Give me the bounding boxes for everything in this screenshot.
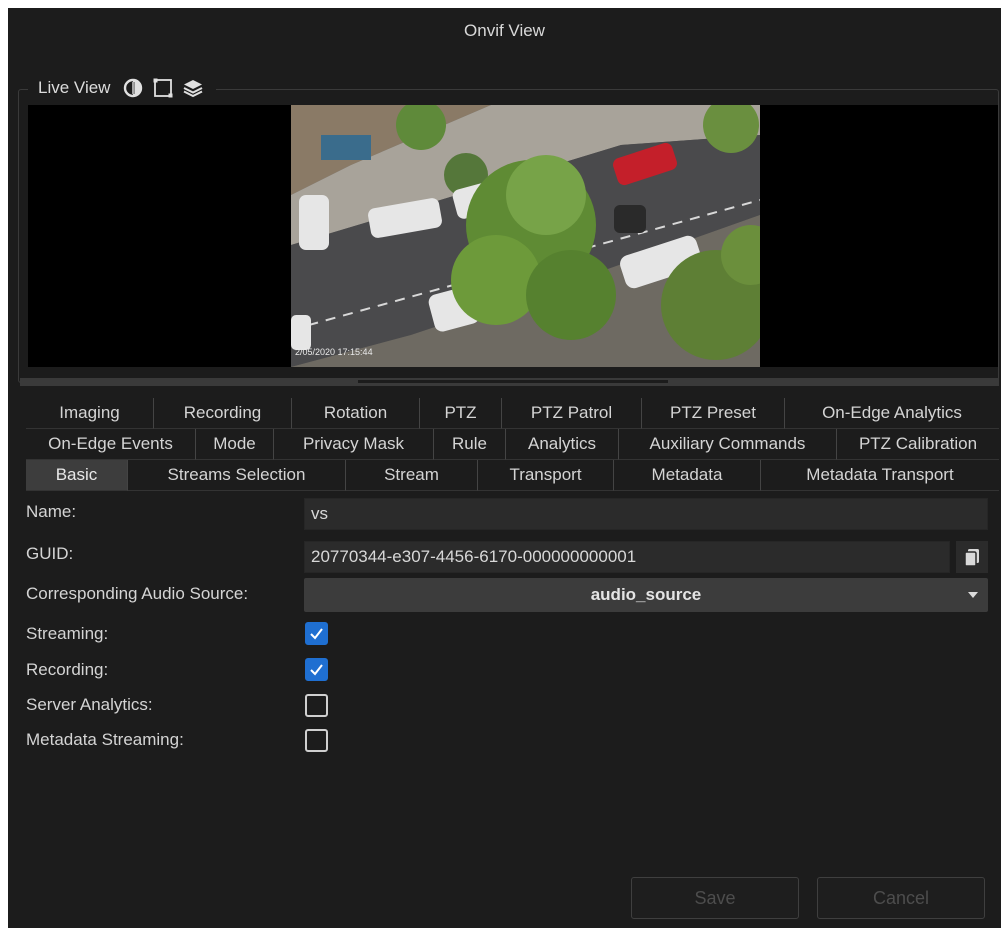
metadata-streaming-checkbox[interactable] xyxy=(305,729,328,752)
guid-label: GUID: xyxy=(26,544,74,563)
tab-transport[interactable]: Transport xyxy=(478,460,614,491)
copy-icon xyxy=(961,546,983,568)
name-field[interactable] xyxy=(304,498,988,530)
check-icon xyxy=(310,664,323,676)
name-label: Name: xyxy=(26,502,77,521)
tab-stream[interactable]: Stream xyxy=(346,460,478,491)
live-view-label: Live View xyxy=(38,78,111,97)
tab-privacy-mask[interactable]: Privacy Mask xyxy=(274,429,434,460)
tab-ptz-patrol[interactable]: PTZ Patrol xyxy=(502,398,642,429)
audio-source-select[interactable]: audio_source xyxy=(304,578,988,612)
tab-streams-selection[interactable]: Streams Selection xyxy=(128,460,346,491)
tab-on-edge-analytics[interactable]: On-Edge Analytics xyxy=(785,398,999,429)
guid-field[interactable] xyxy=(304,541,950,573)
tab-imaging[interactable]: Imaging xyxy=(26,398,154,429)
audio-source-label: Corresponding Audio Source: xyxy=(26,584,249,603)
layers-icon[interactable] xyxy=(182,77,204,99)
streaming-checkbox[interactable] xyxy=(305,622,328,645)
streaming-label: Streaming: xyxy=(26,624,109,643)
tab-auxiliary-commands[interactable]: Auxiliary Commands xyxy=(619,429,837,460)
tab-rotation[interactable]: Rotation xyxy=(292,398,420,429)
metadata-streaming-label: Metadata Streaming: xyxy=(26,730,184,749)
tab-metadata[interactable]: Metadata xyxy=(614,460,761,491)
tab-row-1: Imaging Recording Rotation PTZ PTZ Patro… xyxy=(26,398,999,429)
recording-checkbox[interactable] xyxy=(305,658,328,681)
audio-source-value: audio_source xyxy=(590,585,702,604)
video-timestamp: 2/05/2020 17:15:44 xyxy=(295,347,373,357)
window-title: Onvif View xyxy=(464,21,545,40)
camera-feed-image: 2/05/2020 17:15:44 xyxy=(291,105,760,367)
cancel-button[interactable]: Cancel xyxy=(817,877,985,919)
tab-on-edge-events[interactable]: On-Edge Events xyxy=(26,429,196,460)
tab-ptz-preset[interactable]: PTZ Preset xyxy=(642,398,785,429)
tab-metadata-transport[interactable]: Metadata Transport xyxy=(761,460,999,491)
splitter[interactable] xyxy=(20,378,999,386)
frame-icon[interactable] xyxy=(152,77,174,99)
tab-ptz[interactable]: PTZ xyxy=(420,398,502,429)
copy-guid-button[interactable] xyxy=(956,541,988,573)
chevron-down-icon xyxy=(968,592,978,598)
tab-mode[interactable]: Mode xyxy=(196,429,274,460)
save-button[interactable]: Save xyxy=(631,877,799,919)
tab-rule[interactable]: Rule xyxy=(434,429,506,460)
tab-row-3: Basic Streams Selection Stream Transport… xyxy=(26,460,999,491)
brightness-icon[interactable] xyxy=(122,77,144,99)
tab-recording[interactable]: Recording xyxy=(154,398,292,429)
server-analytics-label: Server Analytics: xyxy=(26,695,153,714)
splitter-handle[interactable] xyxy=(358,380,668,383)
check-icon xyxy=(310,628,323,640)
server-analytics-checkbox[interactable] xyxy=(305,694,328,717)
tab-basic[interactable]: Basic xyxy=(26,460,128,491)
tab-analytics[interactable]: Analytics xyxy=(506,429,619,460)
onvif-view-window: Onvif View Live View 2/05/2020 17:15:44 … xyxy=(8,8,1001,928)
live-view-header: Live View xyxy=(28,71,217,105)
tab-row-2: On-Edge Events Mode Privacy Mask Rule An… xyxy=(26,429,999,460)
live-video-area[interactable]: 2/05/2020 17:15:44 xyxy=(28,105,998,367)
tab-ptz-calibration[interactable]: PTZ Calibration xyxy=(837,429,999,460)
recording-label: Recording: xyxy=(26,660,109,679)
